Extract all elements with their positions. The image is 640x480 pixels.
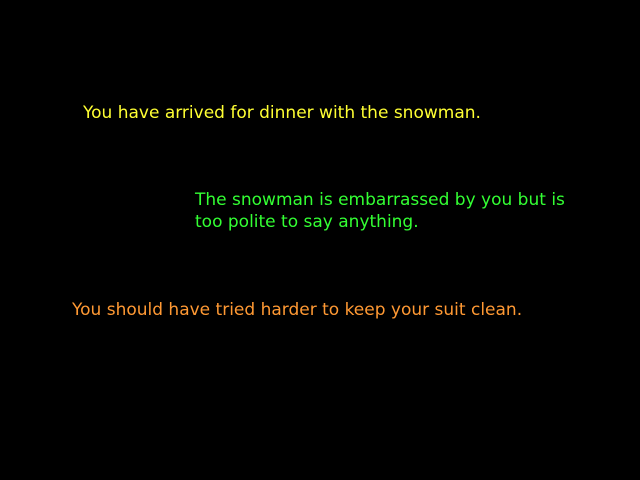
suit-message: You should have tried harder to keep you… bbox=[72, 300, 523, 320]
snowman-reaction-message: The snowman is embarrassed by you but is… bbox=[195, 190, 565, 232]
game-screen: You have arrived for dinner with the sno… bbox=[0, 0, 640, 480]
arrival-message: You have arrived for dinner with the sno… bbox=[83, 103, 481, 123]
